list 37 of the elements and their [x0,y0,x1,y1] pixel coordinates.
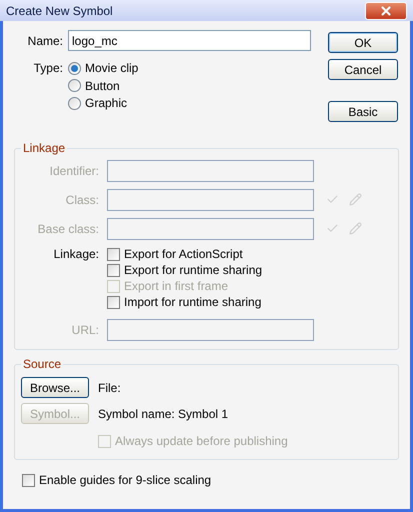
radio-button[interactable] [68,62,81,74]
checkbox-label: Export for runtime sharing [124,262,262,279]
dialog-button[interactable]: Browse... [21,377,89,398]
field-label: Name: [26,32,64,50]
field-label: Type: [32,60,64,77]
checkbox-label: Always update before publishing [115,433,288,450]
pencil-icon [349,193,362,206]
radio-label: Movie clip [85,60,138,77]
checkbox-label: Enable guides for 9-slice scaling [39,472,212,489]
field-label: Identifier: [48,162,100,180]
radio-label: Graphic [85,95,128,112]
pencil-icon [349,222,362,235]
window-title: Create New Symbol [6,2,113,20]
file-label: File: [98,380,121,396]
group-title: Linkage [22,140,66,157]
dialog-button[interactable]: Cancel [328,59,398,80]
checkbox-label: Export for ActionScript [124,246,243,263]
close-icon [379,4,393,18]
dialog-button[interactable]: OK [328,32,398,53]
symbol-name: Symbol name: Symbol 1 [98,406,228,422]
group-title: Source [22,356,62,373]
field-label: Class: [64,192,100,208]
checkbox[interactable] [22,474,35,486]
radio-label: Button [85,78,120,94]
field-label: URL: [70,322,100,338]
checkbox[interactable] [107,248,120,260]
radio-button[interactable] [68,79,81,92]
close-button[interactable] [365,2,407,20]
radio-button[interactable] [68,96,81,110]
checkbox[interactable] [107,296,120,308]
field-label: Linkage: [52,246,100,263]
field-label: Base class: [36,220,100,238]
name-field[interactable]: logo_mc [68,30,311,51]
checkbox-label: Export in first frame [124,278,228,295]
checkbox-label: Import for runtime sharing [124,294,262,311]
checkbox[interactable] [107,264,120,276]
dialog-button[interactable]: Basic [328,101,398,122]
